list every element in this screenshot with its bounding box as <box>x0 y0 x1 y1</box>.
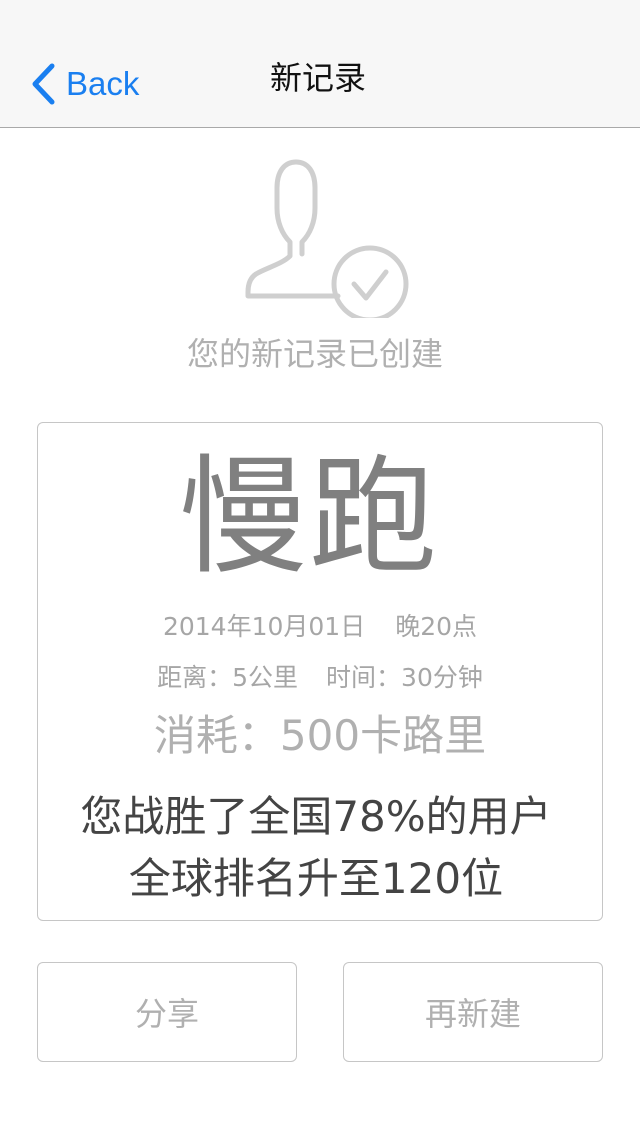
duration-stat: 时间：30分钟 <box>326 663 483 692</box>
record-date: 2014年10月01日 <box>162 612 366 641</box>
share-button-label: 分享 <box>134 995 199 1033</box>
calories-stat: 消耗：500卡路里 <box>153 711 487 760</box>
distance-stat: 距离：5公里 <box>157 663 299 692</box>
record-time: 晚20点 <box>395 612 478 641</box>
activity-title: 慢跑 <box>178 443 439 592</box>
record-created-message: 您的新记录已创建 <box>186 335 443 373</box>
create-new-button[interactable]: 再新建 <box>343 962 603 1062</box>
page-title: 新记录 <box>269 59 366 97</box>
user-check-icon <box>245 159 409 318</box>
ranking-text: 全球排名升至120位 <box>128 854 504 903</box>
record-stats: 距离：5公里 时间：30分钟 <box>0 660 640 696</box>
record-datetime: 2014年10月01日 晚20点 <box>0 609 640 645</box>
percentile-text: 您战胜了全国78%的用户 <box>80 792 552 841</box>
navigation-bar: Back 新记录 <box>0 0 640 128</box>
create-new-button-label: 再新建 <box>424 995 521 1033</box>
share-button[interactable]: 分享 <box>37 962 297 1062</box>
